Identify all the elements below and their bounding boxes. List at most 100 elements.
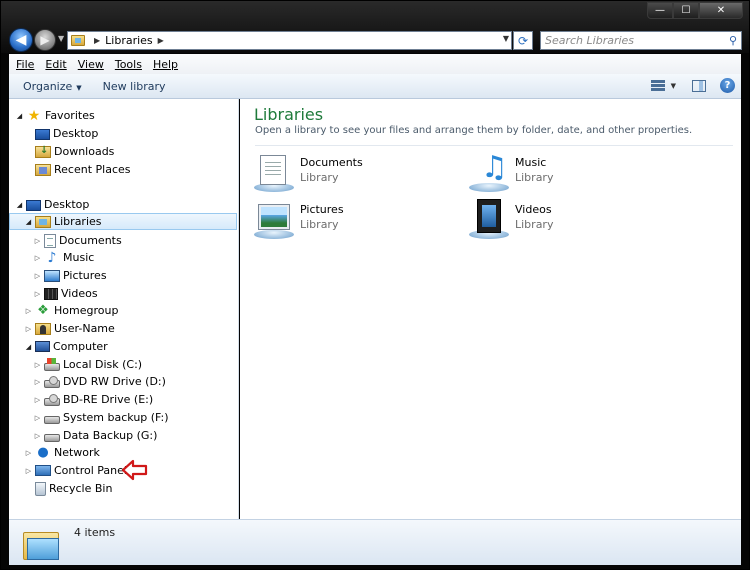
tree-downloads[interactable]: Downloads xyxy=(24,143,114,160)
tree-label: Favorites xyxy=(45,109,95,122)
organize-button[interactable]: Organize ▼ xyxy=(16,80,89,93)
desktop-icon xyxy=(26,199,41,211)
help-icon[interactable]: ? xyxy=(720,78,735,93)
breadcrumb-chevron-icon[interactable]: ▶ xyxy=(158,36,164,45)
tree-data-backup[interactable]: ▷ Data Backup (G:) xyxy=(33,427,158,444)
tree-label: Pictures xyxy=(63,269,107,282)
recent-pages-dropdown[interactable]: ▼ xyxy=(58,34,64,43)
address-bar[interactable]: ▶ Libraries ▶ ▼ xyxy=(67,31,512,50)
preview-pane-icon[interactable] xyxy=(692,79,706,92)
menu-edit[interactable]: Edit xyxy=(41,58,70,71)
tree-libraries[interactable]: ◢ Libraries xyxy=(9,213,237,230)
organize-label: Organize xyxy=(23,79,73,93)
breadcrumb-chevron-icon[interactable]: ▶ xyxy=(94,36,100,45)
hard-drive-icon xyxy=(44,433,60,442)
libraries-folder-icon xyxy=(23,526,61,562)
tree-label: Libraries xyxy=(54,215,102,228)
refresh-button[interactable]: ⟳ xyxy=(513,31,533,50)
expanded-arrow-icon[interactable]: ◢ xyxy=(24,218,33,226)
tree-desktop[interactable]: ◢ Desktop xyxy=(15,196,90,213)
collapsed-arrow-icon[interactable]: ▷ xyxy=(33,361,42,369)
library-name: Documents xyxy=(300,156,363,169)
menu-file[interactable]: File xyxy=(12,58,38,71)
forward-button[interactable]: ▶ xyxy=(34,29,56,51)
collapsed-arrow-icon[interactable]: ▷ xyxy=(24,325,33,333)
tree-music[interactable]: ▷ ♪ Music xyxy=(33,249,95,266)
menu-tools[interactable]: Tools xyxy=(111,58,146,71)
tree-label: Local Disk (C:) xyxy=(63,358,143,371)
collapsed-arrow-icon[interactable]: ▷ xyxy=(24,449,33,457)
library-documents[interactable]: Documents Library xyxy=(254,152,454,198)
expanded-arrow-icon[interactable]: ◢ xyxy=(15,112,24,120)
tree-label: User-Name xyxy=(54,322,115,335)
tree-dvd-drive[interactable]: ▷ DVD RW Drive (D:) xyxy=(33,373,166,390)
tree-local-disk[interactable]: ▷ Local Disk (C:) xyxy=(33,356,142,373)
library-kind: Library xyxy=(515,218,554,231)
collapsed-arrow-icon[interactable]: ▷ xyxy=(33,237,42,245)
close-button[interactable]: ✕ xyxy=(699,2,743,19)
library-text: Music Library xyxy=(515,152,553,198)
tree-computer[interactable]: ◢ Computer xyxy=(24,338,108,355)
tree-pictures[interactable]: ▷ Pictures xyxy=(33,267,107,284)
collapsed-arrow-icon[interactable]: ▷ xyxy=(24,467,33,475)
collapsed-arrow-icon[interactable]: ▷ xyxy=(33,290,42,298)
details-pane: 4 items xyxy=(9,519,741,565)
library-videos[interactable]: Videos Library xyxy=(469,199,669,245)
tree-control-panel[interactable]: ▷ Control Panel xyxy=(24,462,127,479)
change-view-icon[interactable] xyxy=(650,79,667,93)
library-kind: Library xyxy=(300,171,339,184)
collapsed-arrow-icon[interactable]: ▷ xyxy=(33,414,42,422)
film-strip-icon xyxy=(44,287,58,300)
library-name: Music xyxy=(515,156,547,169)
arrow-left-icon: ◀ xyxy=(15,32,27,48)
red-arrow-annotation-icon xyxy=(122,459,148,481)
collapsed-arrow-icon[interactable]: ▷ xyxy=(24,307,33,315)
expanded-arrow-icon[interactable]: ◢ xyxy=(24,343,33,351)
menu-help-label: Help xyxy=(152,57,179,71)
menu-help[interactable]: Help xyxy=(149,58,182,71)
menu-view-label: View xyxy=(77,57,104,71)
tree-label: Recent Places xyxy=(54,163,131,176)
tree-favorites[interactable]: ◢ ★ Favorites xyxy=(15,107,95,124)
library-pictures[interactable]: Pictures Library xyxy=(254,199,454,245)
documents-icon xyxy=(44,233,56,248)
tree-label: Data Backup (G:) xyxy=(63,429,158,442)
collapsed-arrow-icon[interactable]: ▷ xyxy=(33,272,42,280)
library-name: Videos xyxy=(515,203,552,216)
downloads-folder-icon xyxy=(35,145,51,158)
tree-system-backup[interactable]: ▷ System backup (F:) xyxy=(33,409,169,426)
menu-view[interactable]: View xyxy=(74,58,108,71)
pictures-library-icon xyxy=(254,199,296,241)
libraries-icon xyxy=(71,35,85,46)
new-library-button[interactable]: New library xyxy=(96,80,173,93)
caption-buttons: — ☐ ✕ xyxy=(647,2,743,19)
collapsed-arrow-icon[interactable]: ▷ xyxy=(33,378,42,386)
tree-videos[interactable]: ▷ Videos xyxy=(33,285,98,302)
tree-network[interactable]: ▷ ● Network xyxy=(24,444,100,461)
minimize-button[interactable]: — xyxy=(647,2,673,19)
tree-favorites-desktop[interactable]: Desktop xyxy=(24,125,98,142)
view-options-dropdown[interactable]: ▼ xyxy=(671,82,676,90)
tree-homegroup[interactable]: ▷ ❖ Homegroup xyxy=(24,302,119,319)
collapsed-arrow-icon[interactable]: ▷ xyxy=(33,396,42,404)
breadcrumb-libraries[interactable]: Libraries xyxy=(105,34,153,47)
tree-user-name[interactable]: ▷ User-Name xyxy=(24,320,115,337)
content-pane: Libraries Open a library to see your fil… xyxy=(240,99,741,519)
tree-bd-drive[interactable]: ▷ BD-RE Drive (E:) xyxy=(33,391,153,408)
library-music[interactable]: ♫ Music Library xyxy=(469,152,669,198)
tree-recycle-bin[interactable]: Recycle Bin xyxy=(24,480,112,497)
expanded-arrow-icon[interactable]: ◢ xyxy=(15,201,24,209)
library-text: Pictures Library xyxy=(300,199,344,245)
search-input[interactable]: Search Libraries xyxy=(541,34,725,47)
tree-recent-places[interactable]: Recent Places xyxy=(24,161,131,178)
tree-documents[interactable]: ▷ Documents xyxy=(33,232,122,249)
collapsed-arrow-icon[interactable]: ▷ xyxy=(33,254,42,262)
address-history-dropdown[interactable]: ▼ xyxy=(503,34,509,43)
back-button[interactable]: ◀ xyxy=(9,28,33,52)
divider xyxy=(255,145,733,146)
search-box[interactable]: Search Libraries ⚲ xyxy=(540,31,742,50)
library-text: Videos Library xyxy=(515,199,553,245)
search-icon[interactable]: ⚲ xyxy=(725,34,741,47)
maximize-button[interactable]: ☐ xyxy=(673,2,699,19)
collapsed-arrow-icon[interactable]: ▷ xyxy=(33,432,42,440)
